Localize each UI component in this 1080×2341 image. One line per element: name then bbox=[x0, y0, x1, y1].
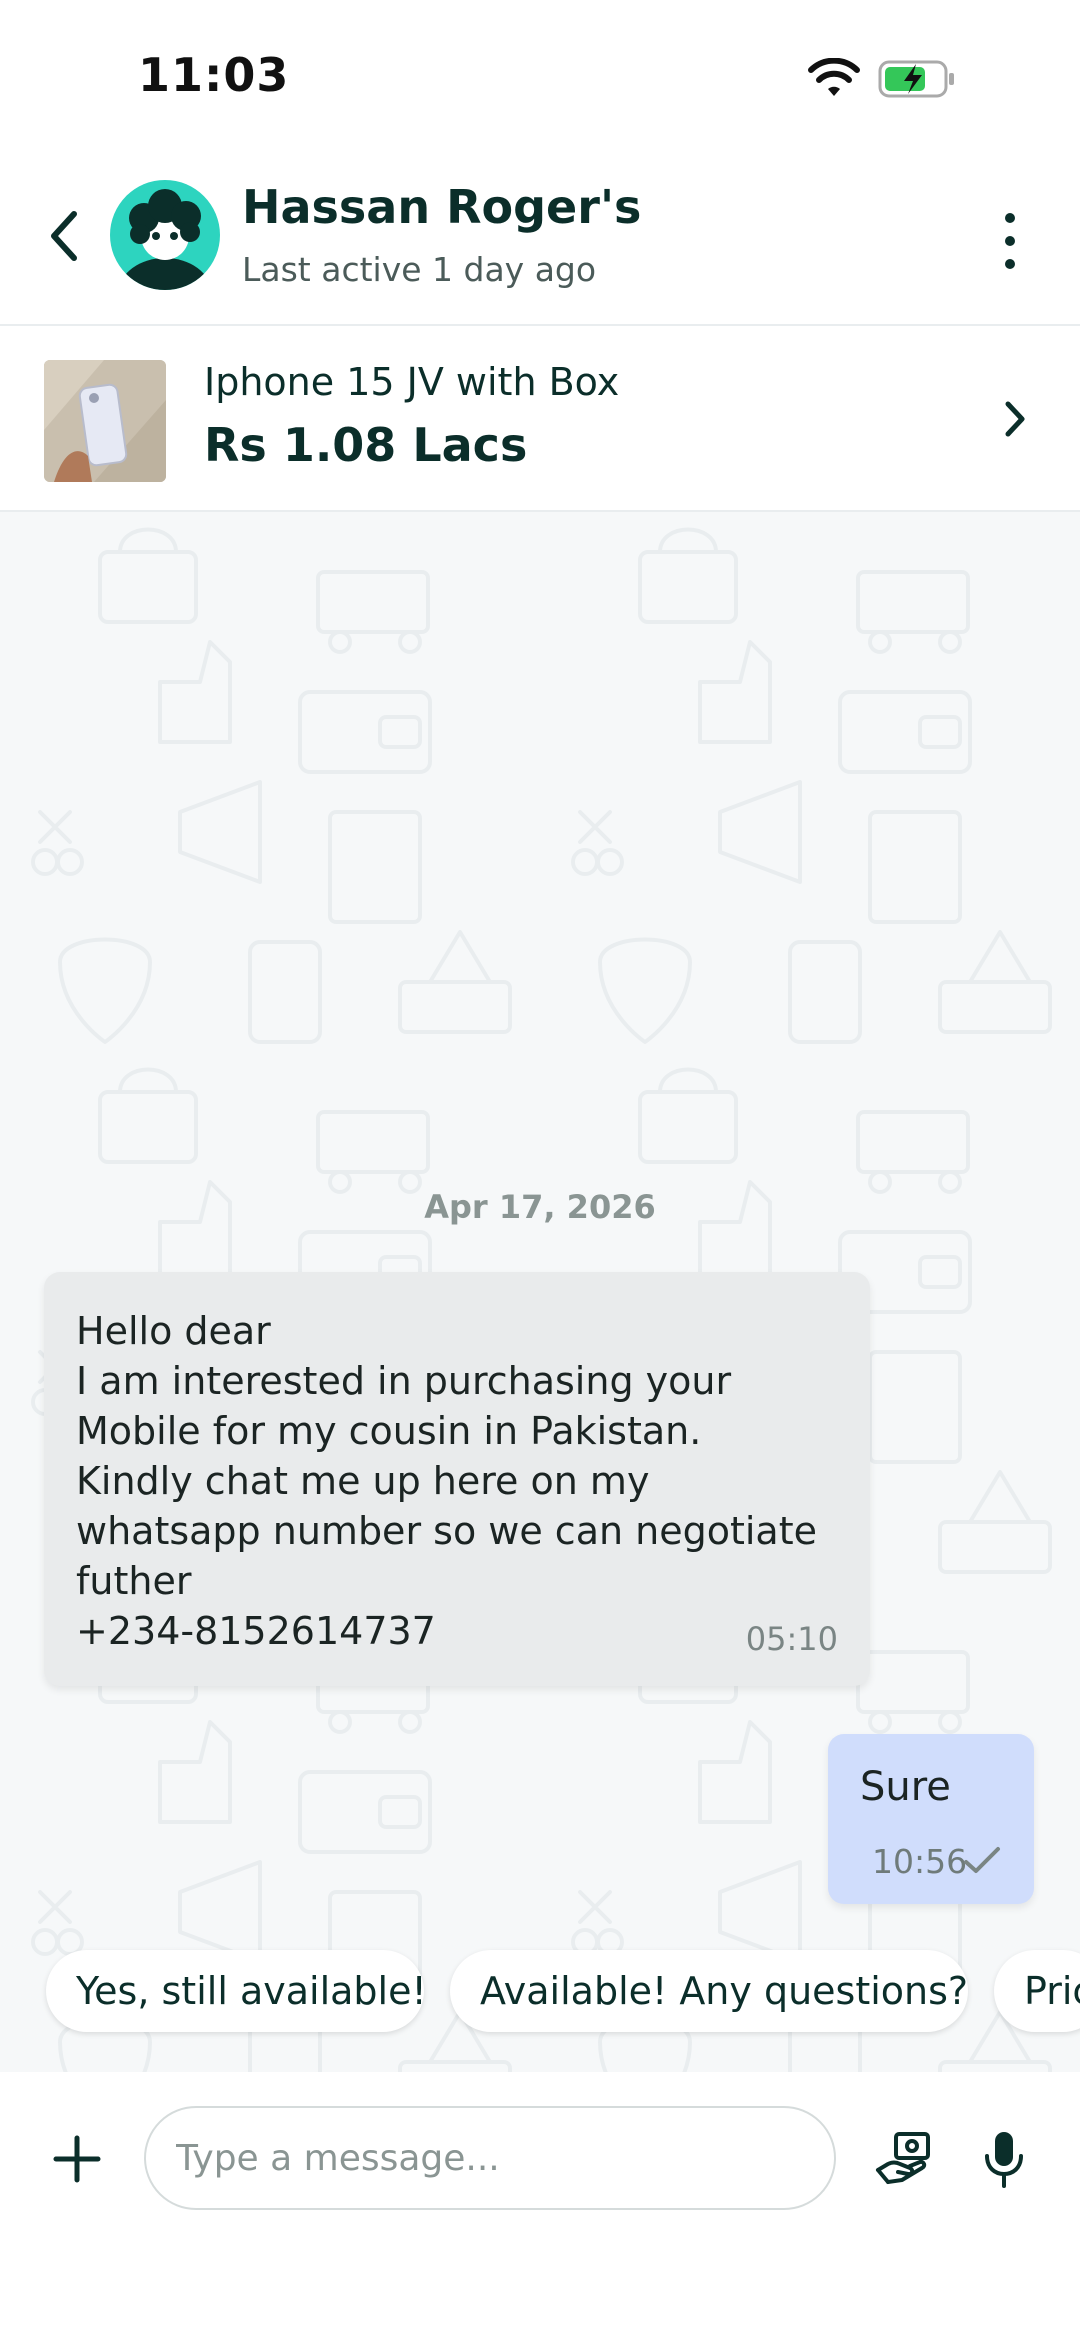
status-bar: 11:03 bbox=[0, 0, 1080, 150]
message-time: 05:10 bbox=[745, 1620, 838, 1658]
quick-reply-chip[interactable]: Yes, still available! bbox=[46, 1950, 424, 2032]
back-arrow-icon[interactable] bbox=[44, 206, 84, 266]
listing-title: Iphone 15 JV with Box bbox=[204, 360, 620, 404]
message-input[interactable] bbox=[144, 2106, 836, 2210]
incoming-message[interactable]: Hello dear I am interested in purchasing… bbox=[44, 1272, 870, 1686]
phone-photo-icon bbox=[44, 360, 166, 482]
message-time: 10:56 bbox=[872, 1842, 968, 1881]
message-text: Hello dear I am interested in purchasing… bbox=[76, 1309, 817, 1653]
listing-price: Rs 1.08 Lacs bbox=[204, 418, 528, 472]
message-text: Sure bbox=[860, 1764, 951, 1810]
more-options-icon[interactable] bbox=[990, 206, 1030, 276]
microphone-icon[interactable] bbox=[982, 2128, 1026, 2190]
contact-name[interactable]: Hassan Roger's bbox=[242, 180, 641, 234]
listing-card[interactable]: Iphone 15 JV with Box Rs 1.08 Lacs bbox=[0, 326, 1080, 512]
outgoing-message[interactable]: Sure 10:56 bbox=[828, 1734, 1034, 1904]
last-active-status: Last active 1 day ago bbox=[242, 250, 597, 289]
make-offer-icon[interactable] bbox=[874, 2130, 932, 2188]
avatar[interactable] bbox=[110, 180, 220, 290]
chevron-right-icon[interactable] bbox=[1000, 394, 1030, 444]
chat-area[interactable]: Apr 17, 2026 Hello dear I am interested … bbox=[0, 512, 1080, 2072]
battery-charging-icon bbox=[878, 60, 954, 98]
quick-reply-chip[interactable]: Pric bbox=[994, 1950, 1080, 2032]
quick-reply-chip[interactable]: Available! Any questions? bbox=[450, 1950, 968, 2032]
listing-thumbnail bbox=[44, 360, 166, 482]
chat-header: Hassan Roger's Last active 1 day ago bbox=[0, 150, 1080, 326]
date-separator: Apr 17, 2026 bbox=[424, 1188, 656, 1226]
single-check-icon bbox=[964, 1847, 1000, 1873]
plus-icon[interactable] bbox=[52, 2134, 102, 2184]
quick-replies: Yes, still available! Available! Any que… bbox=[0, 1950, 1080, 2040]
person-avatar-icon bbox=[119, 189, 211, 290]
status-time: 11:03 bbox=[138, 48, 290, 102]
wifi-icon bbox=[808, 58, 860, 96]
message-composer bbox=[0, 2072, 1080, 2341]
